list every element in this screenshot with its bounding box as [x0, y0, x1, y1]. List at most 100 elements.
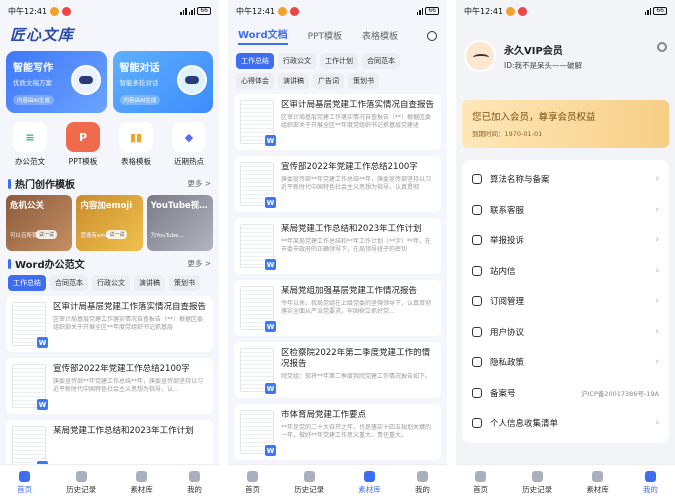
tab-history[interactable]: 历史记录: [522, 470, 552, 495]
profile-screen: 中午12:41 66 永久VIP会员 ID:我不是呆头——破解 您已加入会员，尊…: [456, 0, 675, 500]
notification-icon: [506, 6, 516, 16]
tab-home[interactable]: 首页: [245, 470, 260, 495]
more-link[interactable]: 更多 >: [187, 258, 211, 269]
hot-template-card[interactable]: YouTube视… 为YouTube…: [146, 195, 213, 251]
chip-official-doc[interactable]: 行政公文: [92, 275, 130, 291]
tab-history[interactable]: 历史记录: [294, 470, 324, 495]
chip-speech[interactable]: 演讲稿: [278, 73, 309, 89]
notification-icon: [290, 6, 300, 16]
tab-mine[interactable]: 我的: [187, 470, 202, 495]
tab-history[interactable]: 历史记录: [66, 470, 96, 495]
doc-thumbnail: W: [240, 286, 276, 332]
flame-icon: ◆: [172, 122, 206, 152]
search-icon[interactable]: [427, 30, 437, 41]
doc-card[interactable]: W 区审计局基层党建工作落实情况自查报告 区审计局基层党建工作落实情况自查报告（**…: [6, 296, 213, 352]
tab-label: 首页: [473, 484, 489, 494]
doc-card[interactable]: W 区审计局基层党建工作落实情况自查报告 区审计局基层党建工作落实情况自查报告（**…: [234, 94, 441, 150]
grid-hot-topics[interactable]: ◆ 近期热点: [165, 122, 213, 167]
doc-desc: 今年以来，我局党组在上级党委的坚强领导下，认真贯彻落实全面从严治党要求，牢固树立…: [281, 300, 432, 315]
menu-customer-service[interactable]: 联系客服 ›: [462, 195, 669, 226]
tab-home[interactable]: 首页: [17, 470, 32, 495]
doc-card[interactable]: W 宣传部2022年党建工作总结2100字 旗委宣传部**年党建工作总结**年，旗委…: [6, 358, 213, 414]
chevron-right-icon: ›: [655, 265, 659, 276]
try-button[interactable]: 试一试: [106, 230, 128, 239]
icp-number: 沪ICP备20017386号-19A: [580, 389, 659, 398]
bottom-tab-bar: 首页 历史记录 素材库 我的: [456, 464, 675, 500]
menu-subscription[interactable]: 订阅管理 ›: [462, 286, 669, 317]
doc-card[interactable]: W 某局党组加强基层党建工作情况报告 今年以来，我局党组在上级党委的坚强领导下，认真…: [234, 280, 441, 336]
doc-title: 某局党建工作总结和2023年工作计划: [281, 224, 422, 234]
hot-template-card[interactable]: 危机公关 可以召所我… 试一试: [6, 195, 73, 251]
menu-messages[interactable]: 站内信 ›: [462, 256, 669, 287]
library-icon: [592, 470, 604, 482]
doc-desc: 院党组：现将**年第二季度我院党建工作情况报告如下。: [281, 373, 432, 380]
smart-chat-card[interactable]: 智能对话 智能多轮对话 内容由AI生成: [112, 51, 213, 113]
doc-desc: **年是党的二十大召开之年，也是落实十四五规划关键的一年，做好**年党建工作意义…: [281, 424, 432, 439]
hot-template-card[interactable]: 内容加emoji 营造有emoji 试一试: [76, 195, 143, 251]
chip-work-summary[interactable]: 工作总结: [236, 53, 274, 69]
tab-library[interactable]: 素材库: [358, 470, 381, 495]
tab-ppt-templates[interactable]: PPT模板: [308, 29, 342, 42]
menu-user-agreement[interactable]: 用户协议 ›: [462, 317, 669, 348]
chevron-right-icon: ›: [655, 326, 659, 337]
grid-office-templates[interactable]: ≡ 办公范文: [6, 122, 54, 167]
history-icon: [303, 470, 315, 482]
menu-privacy[interactable]: 隐私政策 ›: [462, 347, 669, 378]
chevron-right-icon: ›: [655, 235, 659, 246]
notification-icon: [62, 6, 72, 16]
headset-icon: [472, 204, 482, 215]
avatar[interactable]: [464, 40, 496, 72]
try-button[interactable]: 试一试: [36, 230, 58, 239]
notification-icon: [278, 6, 288, 16]
battery-icon: 66: [425, 7, 439, 15]
menu-label: 个人信息收集清单: [490, 419, 559, 430]
document-icon: ≡: [13, 122, 47, 152]
chevron-right-icon: ›: [655, 296, 659, 307]
menu-report[interactable]: 举报投诉 ›: [462, 225, 669, 256]
status-time: 中午12:41: [464, 6, 504, 16]
vip-banner[interactable]: 您已加入会员，尊享会员权益 到期时间：1970-01-01: [462, 100, 669, 148]
menu-algorithm-filing[interactable]: 算法名称与备案 ›: [462, 164, 669, 195]
tab-sheet-templates[interactable]: 表格模板: [362, 29, 398, 42]
doc-title: 某局党建工作总结和2023年工作计划: [53, 426, 194, 436]
chip-reflection[interactable]: 心得体会: [236, 73, 274, 89]
menu-personal-info[interactable]: 个人信息收集清单 ›: [462, 408, 669, 439]
tab-mine[interactable]: 我的: [642, 470, 658, 495]
chip-work-plan[interactable]: 工作计划: [320, 53, 358, 69]
tab-word-docs[interactable]: Word文档: [238, 26, 288, 45]
smart-writing-card[interactable]: 智能写作 优质文稿方案 内容由AI生成: [6, 51, 107, 113]
doc-card[interactable]: W 某局党建工作总结和2023年工作计划 **年某局党建工作总结和**年工作计划（*…: [234, 218, 441, 274]
chip-plan[interactable]: 策划书: [348, 73, 379, 89]
doc-desc: 旗委宣传部**年党建工作总结**年，旗委宣传部坚持以习近平新时代中国特色社会主义…: [281, 176, 432, 191]
robot-icon: [177, 65, 207, 95]
doc-card[interactable]: W 区检察院2022年第二季度党建工作的情况报告 院党组：现将**年第二季度我院党建…: [234, 342, 441, 398]
tab-mine[interactable]: 我的: [414, 470, 430, 495]
tab-home[interactable]: 首页: [473, 470, 489, 495]
chip-official-doc[interactable]: 行政公文: [278, 53, 316, 69]
tab-library[interactable]: 素材库: [130, 470, 153, 495]
home-icon: [475, 470, 487, 482]
battery-icon: 66: [653, 7, 667, 15]
tab-label: 我的: [642, 484, 658, 494]
user-header: 永久VIP会员 ID:我不是呆头——破解: [456, 22, 675, 82]
tab-label: 素材库: [586, 484, 609, 494]
doc-card[interactable]: W 宣传部2022年党建工作总结2100字 旗委宣传部**年党建工作总结**年，旗委…: [234, 156, 441, 212]
gear-icon[interactable]: [657, 42, 667, 52]
section-title: Word办公范文: [8, 256, 85, 271]
robot-icon: [70, 65, 101, 95]
grid-ppt-templates[interactable]: P PPT模板: [59, 122, 107, 167]
status-bar: 中午12:41 66: [456, 0, 675, 22]
chip-work-summary[interactable]: 工作总结: [8, 275, 46, 291]
chip-contract[interactable]: 合同范本: [50, 275, 88, 291]
menu-icp[interactable]: 备案号 沪ICP备20017386号-19A: [462, 378, 669, 409]
more-link[interactable]: 更多 >: [187, 178, 211, 189]
chip-plan[interactable]: 策划书: [169, 275, 200, 291]
chip-contract[interactable]: 合同范本: [362, 53, 400, 69]
tab-library[interactable]: 素材库: [586, 470, 609, 495]
menu-label: 举报投诉: [490, 236, 525, 247]
doc-card[interactable]: W 市体育局党建工作要点 **年是党的二十大召开之年，也是落实十四五规划关键的一年，…: [234, 404, 441, 460]
chip-ad-copy[interactable]: 广告词: [313, 73, 344, 89]
tab-label: 我的: [414, 484, 430, 494]
chip-speech[interactable]: 演讲稿: [134, 275, 165, 291]
grid-sheet-templates[interactable]: ▮▮ 表格模板: [112, 122, 160, 167]
